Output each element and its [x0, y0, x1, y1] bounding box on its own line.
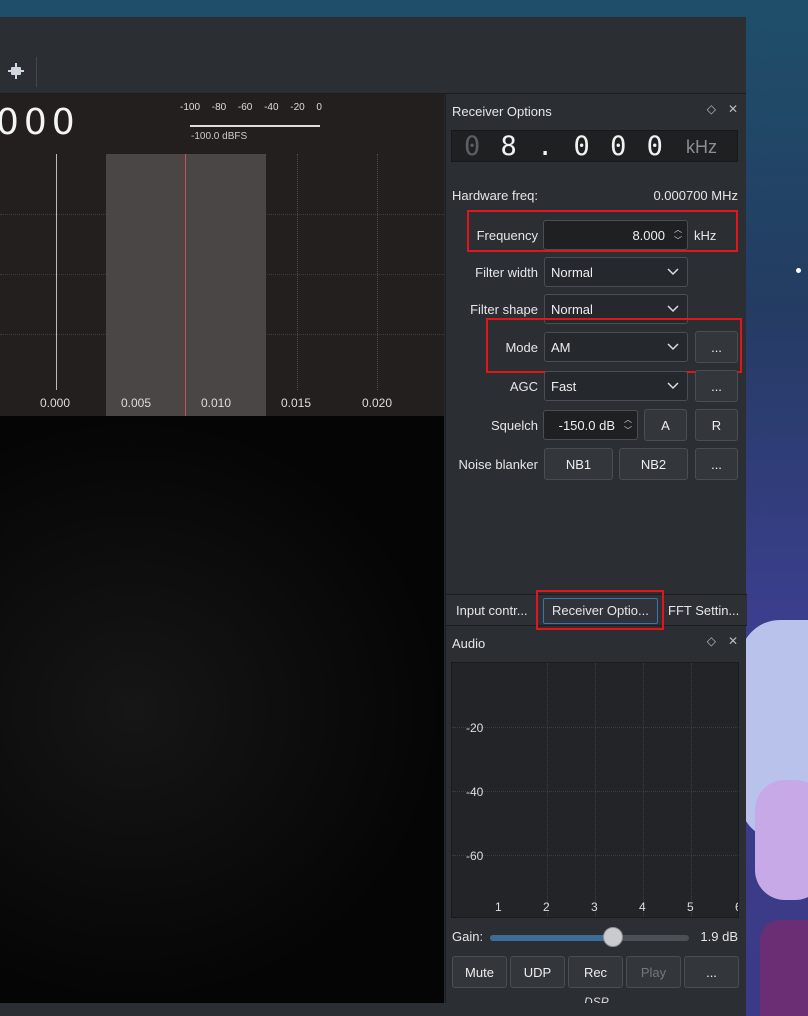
lcd-digits: 0 8 . 0 0 0 — [464, 130, 665, 162]
mute-button[interactable]: Mute — [452, 956, 507, 988]
squelch-auto-button[interactable]: A — [644, 409, 687, 441]
highlight-box — [536, 590, 664, 630]
highlight-box — [486, 318, 742, 373]
x-tick-label: 0.005 — [121, 396, 152, 410]
gain-label: Gain: — [452, 929, 484, 944]
agc-label: AGC — [509, 379, 538, 394]
app-window: 000 -100 -80 -60 -40 -20 0 -100.0 dBFS 0.000 0… — [0, 17, 747, 1016]
gain-value: 1.9 dB — [700, 929, 738, 944]
center-frequency-readout[interactable]: 000 — [0, 102, 80, 143]
filter-shape-label: Filter shape — [470, 302, 538, 317]
chevron-down-icon — [667, 382, 679, 390]
status-bar — [0, 1003, 746, 1016]
desktop-decoration — [760, 920, 808, 1016]
nb2-button[interactable]: NB2 — [619, 448, 688, 480]
gain-slider-handle[interactable] — [603, 927, 624, 947]
audio-x-label: 2 — [543, 900, 550, 914]
dbfs-tick-label: -20 — [290, 102, 305, 113]
chevron-down-icon — [667, 305, 679, 313]
audio-x-label: 3 — [591, 900, 598, 914]
grid-line — [547, 663, 548, 917]
filter-width-select[interactable]: Normal — [544, 257, 688, 287]
audio-x-label: 6 — [735, 900, 738, 914]
squelch-value: -150.0 dB — [558, 417, 615, 433]
receiver-options-title: Receiver Options — [452, 104, 552, 119]
frequency-lcd[interactable]: 0 8 . 0 0 0 kHz — [451, 130, 738, 162]
audio-y-label: -60 — [466, 849, 484, 863]
dbfs-meter: -100 -80 -60 -40 -20 0 -100.0 dBFS — [180, 102, 325, 142]
filter-shape-value: Normal — [551, 301, 593, 317]
grid-line — [643, 663, 644, 917]
agc-value: Fast — [551, 378, 577, 394]
squelch-reset-button[interactable]: R — [695, 409, 738, 441]
noise-blanker-label: Noise blanker — [458, 457, 539, 472]
spin-arrows-icon[interactable]: ︿ ﹀ — [624, 414, 632, 436]
zero-marker — [56, 154, 57, 390]
squelch-spinbox[interactable]: -150.0 dB ︿ ﹀ — [543, 410, 638, 440]
audio-options-button[interactable]: ... — [684, 956, 739, 988]
x-tick-label: 0.010 — [201, 396, 232, 410]
agc-select[interactable]: Fast — [544, 371, 688, 401]
play-button[interactable]: Play — [626, 956, 681, 988]
desktop-decoration — [796, 268, 801, 273]
float-icon[interactable]: ◇ — [707, 102, 716, 116]
squelch-label: Squelch — [491, 418, 538, 433]
highlight-box — [467, 210, 738, 252]
spectrum-plot[interactable]: 000 -100 -80 -60 -40 -20 0 -100.0 dBFS 0.000 0… — [0, 94, 444, 416]
dock-buttons: ◇ ✕ — [707, 102, 738, 116]
tab-input-controls[interactable]: Input contr... — [456, 603, 528, 618]
filter-width-label: Filter width — [475, 265, 538, 280]
grid-line — [297, 154, 298, 390]
waterfall-display[interactable] — [0, 416, 444, 1003]
filter-passband[interactable] — [106, 154, 266, 416]
grid-line — [377, 154, 378, 390]
toolbar — [0, 17, 746, 94]
float-icon[interactable]: ◇ — [707, 634, 716, 648]
x-tick-label: 0.000 — [40, 396, 71, 410]
lcd-unit: kHz — [686, 137, 717, 157]
hardware-freq-label: Hardware freq: — [452, 188, 538, 203]
dbfs-tick-label: -100 — [180, 102, 201, 113]
dbfs-tick-label: 0 — [316, 102, 322, 113]
dbfs-tick-label: -80 — [211, 102, 227, 113]
record-button[interactable]: Rec — [568, 956, 623, 988]
network-icon[interactable] — [8, 63, 24, 79]
dbfs-label: -100.0 dBFS — [191, 131, 248, 142]
gain-slider[interactable] — [490, 935, 689, 941]
close-icon[interactable]: ✕ — [728, 102, 738, 116]
agc-options-button[interactable]: ... — [695, 370, 738, 402]
audio-x-label: 4 — [639, 900, 646, 914]
grid-line — [595, 663, 596, 917]
toolbar-separator — [36, 57, 37, 87]
x-tick-label: 0.020 — [362, 396, 393, 410]
dbfs-ticks: -100 -80 -60 -40 -20 0 — [180, 102, 322, 113]
dbfs-tick-label: -40 — [264, 102, 279, 113]
filter-width-value: Normal — [551, 264, 593, 280]
close-icon[interactable]: ✕ — [728, 634, 738, 648]
audio-y-label: -40 — [466, 785, 484, 799]
gain-slider-fill — [490, 935, 614, 941]
dbfs-tick-label: -60 — [237, 102, 253, 113]
x-tick-label: 0.015 — [281, 396, 312, 410]
grid-line — [691, 663, 692, 917]
audio-fft-plot[interactable]: -20 -40 -60 1 2 3 4 5 6 — [451, 662, 739, 918]
desktop-decoration — [755, 780, 808, 900]
audio-y-label: -20 — [466, 721, 484, 735]
audio-x-label: 5 — [687, 900, 694, 914]
audio-x-label: 1 — [495, 900, 502, 914]
hardware-freq-value: 0.000700 MHz — [653, 188, 738, 203]
dock-panel: Receiver Options ◇ ✕ 0 8 . 0 0 0 kHz Har… — [445, 94, 747, 1009]
chevron-down-icon — [667, 268, 679, 276]
tuning-marker[interactable] — [185, 154, 186, 416]
dbfs-meter-bar — [190, 125, 320, 127]
audio-title: Audio — [452, 636, 486, 651]
tab-fft-settings[interactable]: FFT Settin... — [668, 603, 739, 618]
udp-button[interactable]: UDP — [510, 956, 565, 988]
noise-blanker-options-button[interactable]: ... — [695, 448, 738, 480]
nb1-button[interactable]: NB1 — [544, 448, 613, 480]
dock-buttons: ◇ ✕ — [707, 634, 738, 648]
